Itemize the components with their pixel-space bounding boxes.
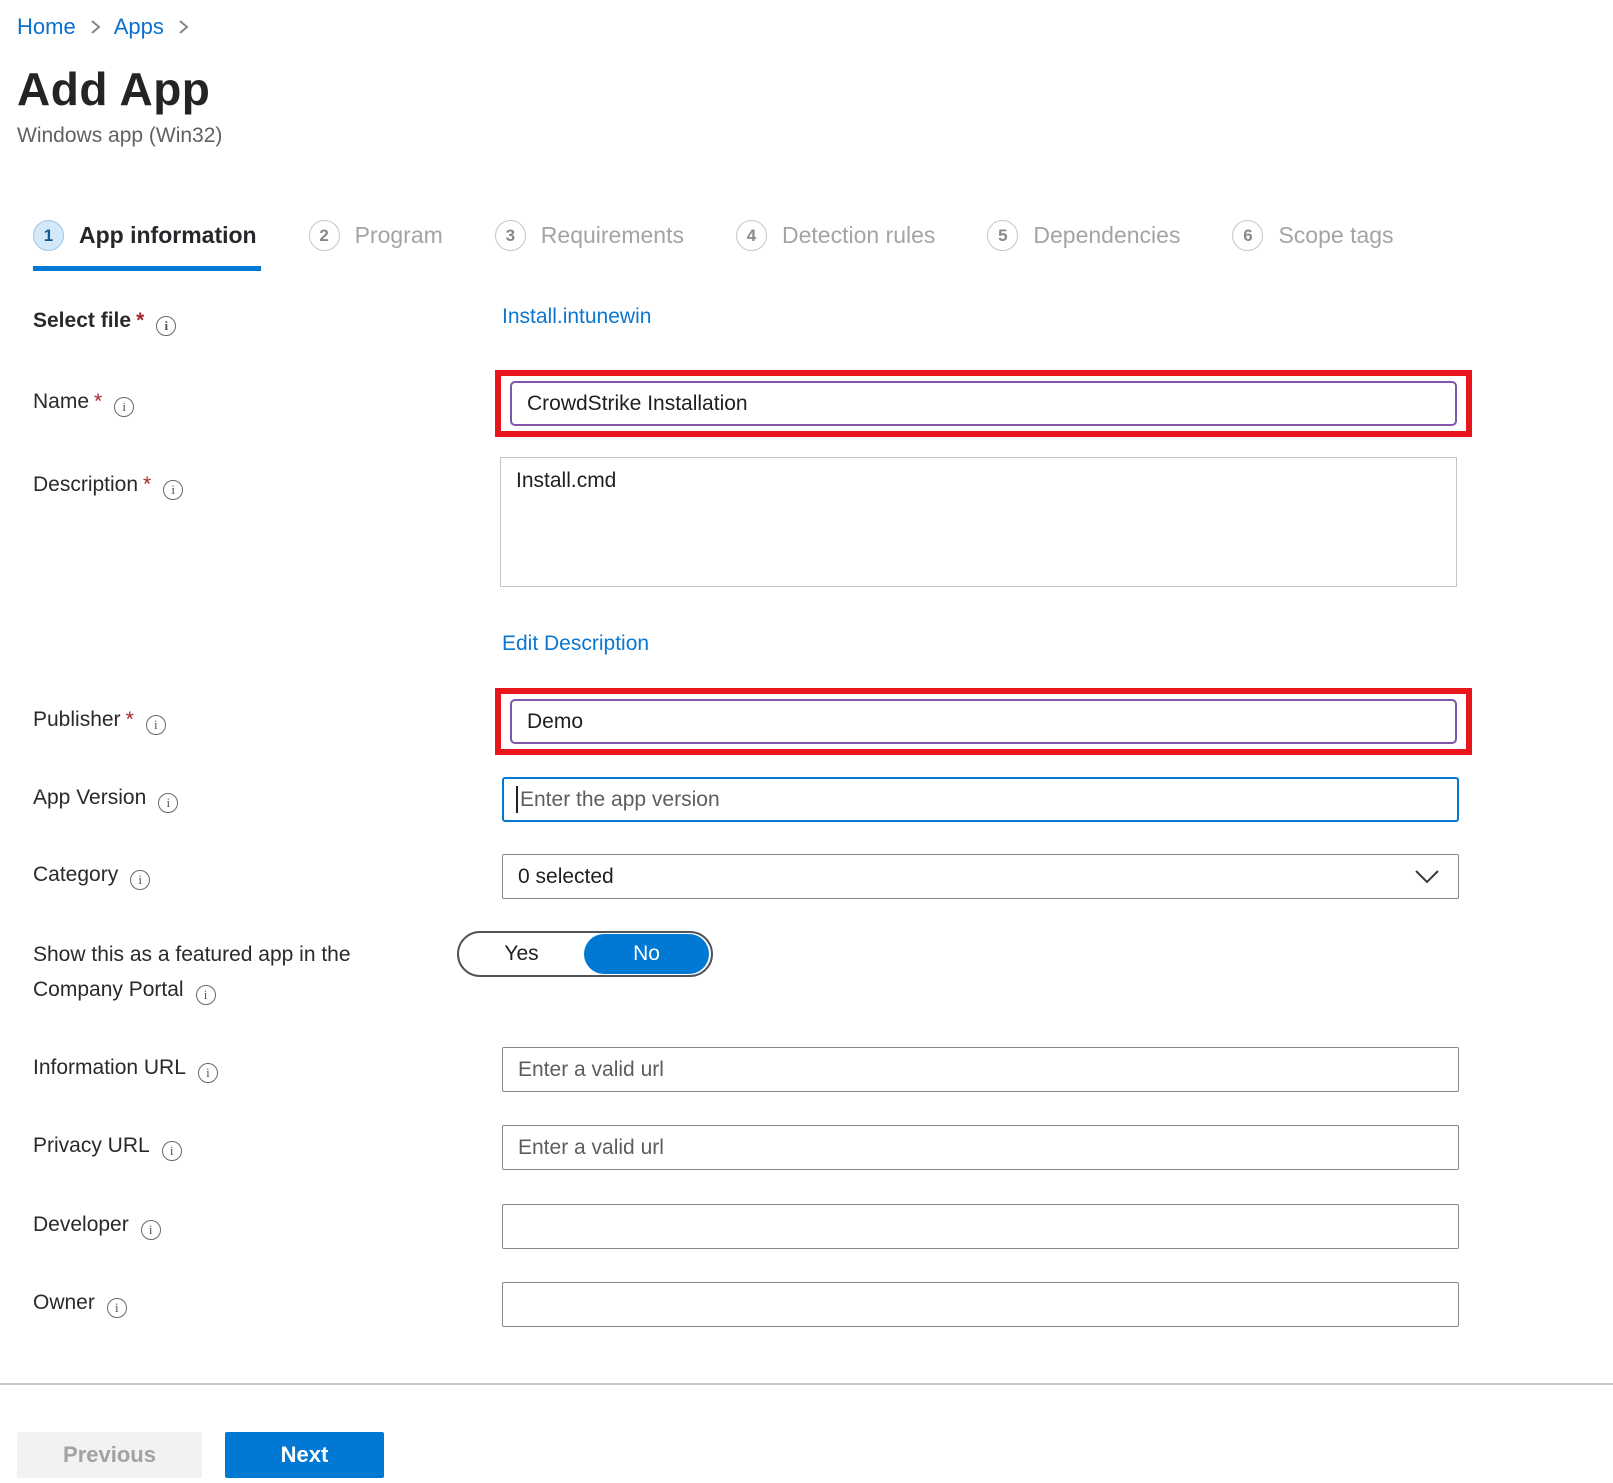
information-url-row: Information URL bbox=[17, 1047, 1613, 1092]
app-version-input[interactable] bbox=[502, 777, 1459, 822]
app-version-row: App Version bbox=[17, 777, 1613, 822]
publisher-input[interactable] bbox=[510, 699, 1457, 744]
required-asterisk: * bbox=[143, 473, 151, 496]
info-icon[interactable] bbox=[156, 316, 176, 336]
publisher-row: Publisher* bbox=[17, 688, 1613, 755]
step-number-badge: 2 bbox=[309, 220, 340, 251]
tab-program[interactable]: 2 Program bbox=[309, 220, 443, 271]
info-icon[interactable] bbox=[163, 480, 183, 500]
select-file-row: Select file* Install.intunewin bbox=[17, 297, 1613, 342]
category-select[interactable]: 0 selected bbox=[502, 854, 1459, 899]
required-asterisk: * bbox=[136, 309, 144, 332]
tab-dependencies[interactable]: 5 Dependencies bbox=[987, 220, 1180, 271]
page-title: Add App bbox=[17, 62, 1613, 116]
previous-button[interactable]: Previous bbox=[17, 1432, 202, 1478]
selected-file-link[interactable]: Install.intunewin bbox=[502, 305, 651, 329]
breadcrumb: Home Apps bbox=[17, 14, 1613, 40]
wizard-step-tabs: 1 App information 2 Program 3 Requiremen… bbox=[33, 220, 1613, 271]
wizard-footer: Previous Next bbox=[17, 1432, 1613, 1478]
info-icon[interactable] bbox=[114, 397, 134, 417]
required-asterisk: * bbox=[94, 390, 102, 413]
step-number-badge: 1 bbox=[33, 220, 64, 251]
tab-label: Detection rules bbox=[782, 222, 935, 249]
field-label: Publisher* bbox=[17, 708, 502, 735]
annotation-highlight-box bbox=[495, 370, 1472, 437]
tab-app-information[interactable]: 1 App information bbox=[33, 220, 257, 271]
owner-input[interactable] bbox=[502, 1282, 1459, 1327]
field-label: Privacy URL bbox=[17, 1134, 502, 1161]
edit-description-link[interactable]: Edit Description bbox=[502, 632, 649, 656]
chevron-down-icon bbox=[1414, 869, 1440, 885]
step-number-badge: 3 bbox=[495, 220, 526, 251]
owner-row: Owner bbox=[17, 1282, 1613, 1327]
info-icon[interactable] bbox=[162, 1141, 182, 1161]
field-label: Category bbox=[17, 863, 502, 890]
field-label: Description* bbox=[17, 457, 502, 500]
information-url-input[interactable] bbox=[502, 1047, 1459, 1092]
tab-label: Dependencies bbox=[1033, 222, 1180, 249]
toggle-option-yes[interactable]: Yes bbox=[459, 933, 584, 975]
chevron-right-icon bbox=[88, 18, 102, 36]
info-icon[interactable] bbox=[107, 1298, 127, 1318]
chevron-right-icon bbox=[176, 18, 190, 36]
privacy-url-input[interactable] bbox=[502, 1125, 1459, 1170]
info-icon[interactable] bbox=[141, 1220, 161, 1240]
tab-label: Program bbox=[355, 222, 443, 249]
field-label: Information URL bbox=[17, 1056, 502, 1083]
page-subtitle: Windows app (Win32) bbox=[17, 124, 1613, 148]
tab-label: Requirements bbox=[541, 222, 684, 249]
next-button[interactable]: Next bbox=[225, 1432, 384, 1478]
toggle-option-no[interactable]: No bbox=[584, 934, 709, 974]
developer-row: Developer bbox=[17, 1204, 1613, 1249]
info-icon[interactable] bbox=[130, 870, 150, 890]
description-textarea[interactable]: Install.cmd bbox=[500, 457, 1457, 587]
required-asterisk: * bbox=[126, 708, 134, 731]
name-input[interactable] bbox=[510, 381, 1457, 426]
field-label: App Version bbox=[17, 786, 502, 813]
description-row: Description* Install.cmd bbox=[17, 457, 1613, 592]
info-icon[interactable] bbox=[198, 1063, 218, 1083]
category-selected-value: 0 selected bbox=[518, 865, 614, 889]
field-label: Developer bbox=[17, 1213, 502, 1240]
field-label: Owner bbox=[17, 1291, 502, 1318]
featured-app-row: Show this as a featured app in the Compa… bbox=[17, 931, 1613, 1007]
tab-label: App information bbox=[79, 222, 257, 249]
tab-detection-rules[interactable]: 4 Detection rules bbox=[736, 220, 935, 271]
category-row: Category 0 selected bbox=[17, 854, 1613, 899]
tab-label: Scope tags bbox=[1278, 222, 1393, 249]
tab-requirements[interactable]: 3 Requirements bbox=[495, 220, 684, 271]
privacy-url-row: Privacy URL bbox=[17, 1125, 1613, 1170]
featured-toggle[interactable]: Yes No bbox=[457, 931, 713, 977]
field-label: Show this as a featured app in the Compa… bbox=[17, 931, 457, 1007]
footer-divider bbox=[0, 1383, 1613, 1385]
name-row: Name* bbox=[17, 370, 1613, 437]
app-information-form: Select file* Install.intunewin Name* Des… bbox=[17, 297, 1613, 1327]
edit-description-row: Edit Description bbox=[17, 632, 1613, 656]
breadcrumb-link-apps[interactable]: Apps bbox=[114, 14, 164, 40]
field-label: Name* bbox=[17, 390, 502, 417]
text-cursor bbox=[516, 786, 518, 813]
info-icon[interactable] bbox=[196, 985, 216, 1005]
add-app-page: Home Apps Add App Windows app (Win32) 1 … bbox=[0, 0, 1613, 1478]
info-icon[interactable] bbox=[146, 715, 166, 735]
field-label: Select file* bbox=[17, 297, 502, 336]
developer-input[interactable] bbox=[502, 1204, 1459, 1249]
step-number-badge: 5 bbox=[987, 220, 1018, 251]
info-icon[interactable] bbox=[158, 793, 178, 813]
tab-scope-tags[interactable]: 6 Scope tags bbox=[1232, 220, 1393, 271]
step-number-badge: 6 bbox=[1232, 220, 1263, 251]
annotation-highlight-box bbox=[495, 688, 1472, 755]
breadcrumb-link-home[interactable]: Home bbox=[17, 14, 76, 40]
step-number-badge: 4 bbox=[736, 220, 767, 251]
